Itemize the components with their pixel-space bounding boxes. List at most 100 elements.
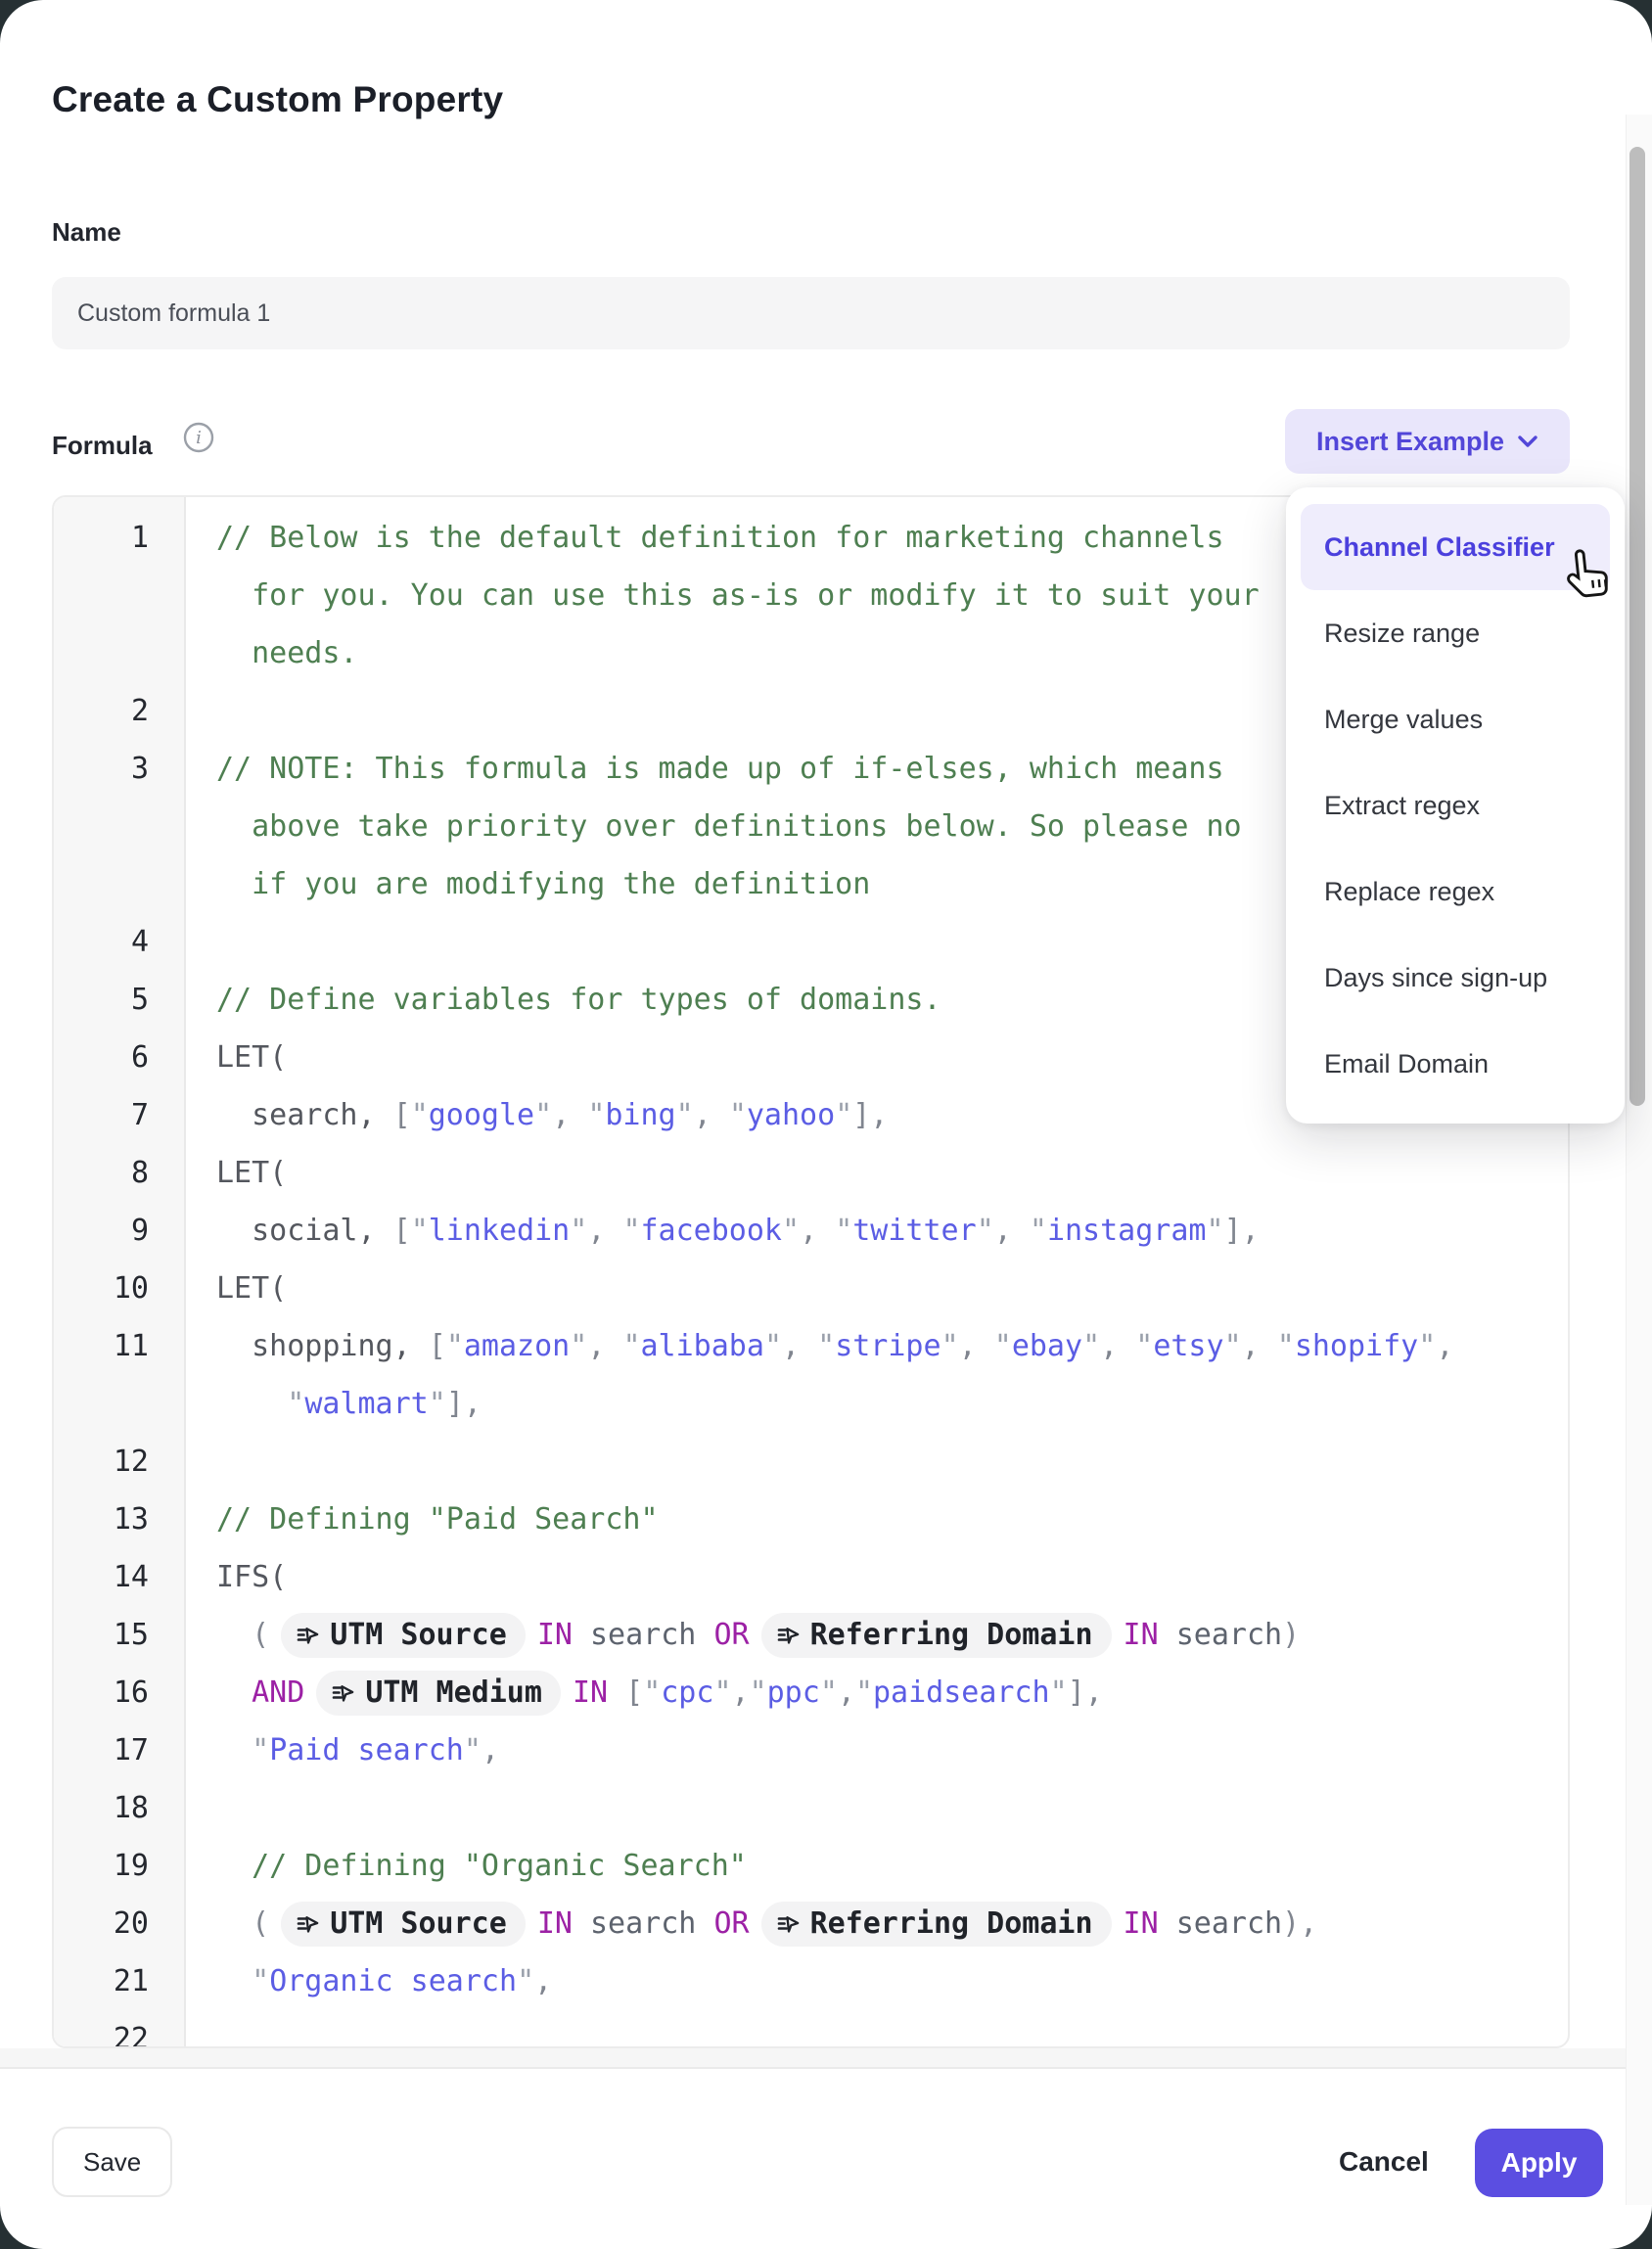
line-number: 6 <box>54 1040 186 1075</box>
code-content: // Below is the default definition for m… <box>186 521 1224 555</box>
property-chip-icon <box>296 1623 321 1648</box>
string-quote: " <box>817 1329 835 1363</box>
code-token: LET( <box>216 1156 287 1190</box>
string-quote: " <box>587 1098 605 1132</box>
string-quote: " <box>1135 1329 1153 1363</box>
menu-item-resize-range[interactable]: Resize range <box>1301 590 1610 676</box>
code-token: search <box>573 1618 714 1652</box>
code-token: ], <box>1224 1214 1260 1248</box>
menu-item-replace-regex[interactable]: Replace regex <box>1301 849 1610 935</box>
string-token: amazon <box>464 1329 570 1363</box>
scrollbar-thumb[interactable] <box>1629 147 1645 1106</box>
code-token: social, <box>216 1214 393 1248</box>
menu-item-email-domain[interactable]: Email Domain <box>1301 1021 1610 1107</box>
property-chip-icon <box>776 1911 802 1937</box>
code-content: // Defining "Paid Search" <box>186 1502 659 1537</box>
code-token: , <box>694 1098 729 1132</box>
code-token: , <box>1242 1329 1277 1363</box>
code-token <box>216 1733 252 1767</box>
code-token: , <box>552 1098 587 1132</box>
code-content: "Organic search", <box>186 1964 552 1998</box>
string-quote: " <box>534 1098 552 1132</box>
cancel-button[interactable]: Cancel <box>1331 2127 1437 2197</box>
string-quote: " <box>1082 1329 1100 1363</box>
apply-button[interactable]: Apply <box>1475 2129 1603 2197</box>
property-chip-label: Referring Domain <box>810 1618 1093 1652</box>
line-number: 1 <box>54 521 186 555</box>
code-token: ), <box>1282 1906 1317 1941</box>
name-input[interactable] <box>52 277 1570 349</box>
insert-example-label: Insert Example <box>1316 427 1504 457</box>
code-content: social, ["linkedin", "facebook", "twitte… <box>186 1214 1260 1248</box>
code-content: shopping, ["amazon", "alibaba", "stripe"… <box>186 1329 1453 1363</box>
property-chip-utm-source[interactable]: UTM Source <box>281 1902 526 1947</box>
string-token: shopify <box>1295 1329 1418 1363</box>
menu-item-merge-values[interactable]: Merge values <box>1301 676 1610 762</box>
code-content: LET( <box>186 1156 287 1190</box>
string-quote: " <box>622 1214 640 1248</box>
menu-item-channel-classifier[interactable]: Channel Classifier <box>1301 504 1610 590</box>
string-quote: " <box>517 1964 534 1998</box>
property-chip-utm-medium[interactable]: UTM Medium <box>316 1671 561 1716</box>
code-line: 10LET( <box>54 1260 1568 1317</box>
formula-label: Formula <box>52 431 153 461</box>
save-button[interactable]: Save <box>52 2127 172 2197</box>
code-token: search <box>1159 1618 1282 1652</box>
string-token: google <box>429 1098 534 1132</box>
line-number: 15 <box>54 1618 186 1652</box>
code-line: 8LET( <box>54 1144 1568 1202</box>
string-token: twitter <box>852 1214 976 1248</box>
code-content: for you. You can use this as-is or modif… <box>186 578 1260 613</box>
property-chip-utm-source[interactable]: UTM Source <box>281 1613 526 1658</box>
code-token: // Defining "Paid Search" <box>216 1502 659 1537</box>
line-number: 17 <box>54 1733 186 1767</box>
insert-example-button[interactable]: Insert Example <box>1285 409 1570 474</box>
code-token: IN <box>1124 1618 1159 1652</box>
code-token: [ <box>429 1329 446 1363</box>
string-quote: " <box>252 1964 269 1998</box>
line-number: 11 <box>54 1329 186 1363</box>
code-token: OR <box>713 1618 749 1652</box>
code-token: // Defining "Organic Search" <box>216 1849 747 1883</box>
line-number: 13 <box>54 1502 186 1537</box>
code-token: above take priority over definitions bel… <box>216 809 1242 844</box>
string-token: facebook <box>641 1214 783 1248</box>
line-number: 19 <box>54 1849 186 1883</box>
code-line: 17 "Paid search", <box>54 1721 1568 1779</box>
info-circle-icon[interactable]: i <box>182 421 215 454</box>
code-content: needs. <box>186 636 358 670</box>
code-line: 19 // Defining "Organic Search" <box>54 1837 1568 1895</box>
code-line: 9 social, ["linkedin", "facebook", "twit… <box>54 1202 1568 1260</box>
code-token: IN <box>537 1618 573 1652</box>
string-token: ebay <box>1012 1329 1082 1363</box>
string-token: yahoo <box>747 1098 835 1132</box>
code-content: LET( <box>186 1040 287 1075</box>
code-token: , <box>482 1733 499 1767</box>
code-token: search <box>573 1906 714 1941</box>
code-token: shopping, <box>216 1329 429 1363</box>
code-token <box>216 1387 287 1421</box>
string-quote: " <box>643 1675 661 1710</box>
code-token: , <box>782 1329 817 1363</box>
property-chip-label: UTM Source <box>330 1906 507 1941</box>
menu-item-days-since-sign-up[interactable]: Days since sign-up <box>1301 935 1610 1021</box>
code-line: 13 // Defining "Paid Search" <box>54 1491 1568 1548</box>
property-chip-referring-domain[interactable]: Referring Domain <box>761 1902 1112 1947</box>
code-token: // Define variables for types of domains… <box>216 983 941 1017</box>
code-token: IN <box>1124 1906 1159 1941</box>
string-quote: " <box>570 1214 587 1248</box>
menu-item-extract-regex[interactable]: Extract regex <box>1301 762 1610 849</box>
line-number: 2 <box>54 694 186 728</box>
svg-text:i: i <box>196 428 202 448</box>
content-footer-divider <box>0 2048 1652 2069</box>
code-token: LET( <box>216 1271 287 1306</box>
line-number: 5 <box>54 983 186 1017</box>
code-token: // Below is the default definition for m… <box>216 521 1224 555</box>
string-quote: " <box>411 1098 429 1132</box>
code-token: , <box>732 1675 750 1710</box>
code-content: LET( <box>186 1271 287 1306</box>
string-quote: " <box>1277 1329 1295 1363</box>
string-token: Paid search <box>269 1733 464 1767</box>
code-token: , <box>994 1214 1030 1248</box>
property-chip-referring-domain[interactable]: Referring Domain <box>761 1613 1112 1658</box>
